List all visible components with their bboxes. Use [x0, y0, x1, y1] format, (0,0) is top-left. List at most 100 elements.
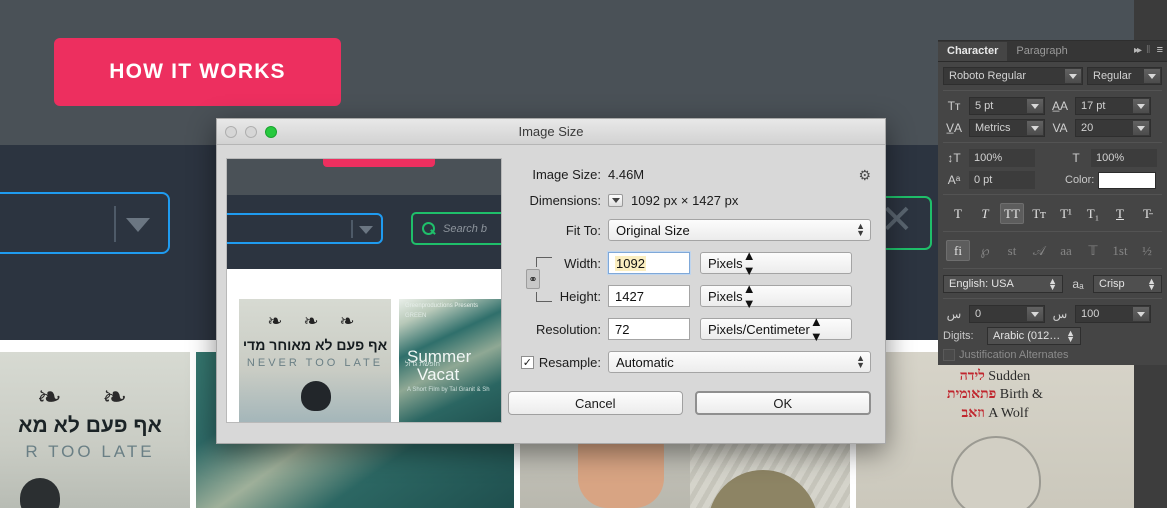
how-it-works-button[interactable]: HOW IT WORKS: [54, 38, 341, 106]
width-unit-select[interactable]: Pixels ▲ ▼: [700, 248, 852, 278]
resolution-input[interactable]: 72: [608, 318, 690, 340]
vertical-scale-field[interactable]: 100%: [969, 149, 1035, 167]
contextual-alternates-button[interactable]: ℘: [973, 240, 997, 261]
oldstyle-button[interactable]: aa: [1054, 240, 1078, 261]
resample-select[interactable]: Automatic ▲ ▼: [608, 351, 871, 373]
dialog-body: Search b ❧ ❧ ❧ אף פעם לא מאוחר מדי NEVER…: [217, 145, 885, 445]
underline-button[interactable]: T: [1108, 203, 1132, 224]
swash-button[interactable]: 𝒜: [1027, 240, 1051, 261]
discretionary-ligatures-button[interactable]: st: [1000, 240, 1024, 261]
all-caps-button[interactable]: TT: [1000, 203, 1024, 224]
zoom-window-icon[interactable]: [265, 126, 277, 138]
horizontal-scale-icon: T: [1072, 151, 1080, 165]
preview-poster2-line2: Vacat: [417, 365, 460, 384]
arabic-right-chevron-down-icon[interactable]: [1133, 307, 1149, 321]
tab-character[interactable]: Character: [938, 42, 1008, 61]
vertical-scrollbar[interactable]: [1134, 352, 1167, 508]
fit-to-row: Fit To: Original Size ▲ ▼: [508, 219, 871, 241]
justification-alternates-checkbox[interactable]: [943, 349, 955, 361]
font-size-field[interactable]: 5 pt: [969, 97, 1045, 115]
resolution-unit-select[interactable]: Pixels/Centimeter ▲ ▼: [700, 314, 852, 344]
justification-alternates-label: Justification Alternates: [959, 349, 1069, 361]
font-size-chevron-down-icon[interactable]: [1027, 99, 1043, 113]
standard-ligatures-button[interactable]: fi: [946, 240, 970, 261]
faux-bold-button[interactable]: T: [946, 203, 970, 224]
fit-to-select[interactable]: Original Size ▲ ▼: [608, 219, 871, 241]
dialog-form: Image Size: 4.46M ⚙ Dimensions: 1092 px …: [502, 145, 885, 445]
poster-en-line3: A Wolf: [988, 405, 1029, 421]
width-row: ⚭ Width: 1092 Pixels ▲ ▼: [508, 248, 871, 289]
close-window-icon[interactable]: [225, 126, 237, 138]
poster-sudden-birth-and-a-wolf[interactable]: לידה Sudden פתאומית Birth & וזאב A Wolf: [856, 352, 1134, 508]
poster-he-line2: פתאומית: [947, 387, 997, 403]
dialog-titlebar[interactable]: Image Size: [217, 119, 885, 145]
titling-alternates-button[interactable]: 𝕋: [1081, 240, 1105, 261]
baseline-shift-value: 0 pt: [974, 174, 993, 186]
tracking-chevron-down-icon[interactable]: [1133, 121, 1149, 135]
minimize-window-icon[interactable]: [245, 126, 257, 138]
superscript-button[interactable]: T¹: [1054, 203, 1078, 224]
hero-ghost-text: [300, 8, 900, 78]
preview-select-divider: [351, 220, 353, 238]
height-unit-select[interactable]: Pixels ▲ ▼: [700, 281, 852, 311]
ok-button[interactable]: OK: [694, 391, 871, 415]
resample-checkbox[interactable]: ✓: [520, 355, 534, 369]
width-input[interactable]: 1092: [608, 252, 690, 274]
horizontal-scale-field[interactable]: 100%: [1091, 149, 1157, 167]
font-style-field[interactable]: Regular: [1087, 67, 1162, 85]
arabic-right-field[interactable]: 100: [1075, 305, 1151, 323]
preview-poster-summer-vacation: Greenproductions Presents GREEN Summer ח…: [399, 299, 501, 422]
font-family-field[interactable]: Roboto Regular: [943, 67, 1083, 85]
character-panel-body: Roboto Regular Regular Tᴛ 5 pt A̲A 17 pt: [938, 62, 1167, 361]
small-caps-button[interactable]: Tᴛ: [1027, 203, 1051, 224]
kerning-chevron-down-icon[interactable]: [1027, 121, 1043, 135]
panel-divider-2: [943, 142, 1162, 143]
arabic-left-chevron-down-icon[interactable]: [1027, 307, 1043, 321]
height-unit-stepper-icon: ▲ ▼: [742, 281, 756, 311]
gear-icon[interactable]: ⚙: [858, 167, 871, 184]
height-input[interactable]: 1427: [608, 285, 690, 307]
dimensions-row: Dimensions: 1092 px × 1427 px: [508, 193, 871, 208]
antialias-select[interactable]: Crisp ▲ ▼: [1093, 275, 1162, 293]
subscript-button[interactable]: T₁: [1081, 203, 1105, 224]
width-unit-stepper-icon: ▲ ▼: [742, 248, 756, 278]
text-color-swatch[interactable]: [1098, 171, 1157, 189]
poster-hebrew-title: אף פעם לא מא: [18, 414, 162, 437]
leading-chevron-down-icon[interactable]: [1133, 99, 1149, 113]
panel-controls: ▸▸ ‖ ≡: [1134, 44, 1163, 56]
arabic-diacritic-icon: س: [1052, 307, 1068, 321]
tab-paragraph[interactable]: Paragraph: [1007, 42, 1076, 61]
kerning-field[interactable]: Metrics: [969, 119, 1045, 137]
resolution-unit-stepper-icon: ▲ ▼: [809, 314, 823, 344]
resample-label: Resample:: [538, 354, 601, 370]
font-family-chevron-down-icon[interactable]: [1065, 69, 1081, 83]
ordinals-button[interactable]: 1st: [1108, 240, 1132, 261]
image-preview[interactable]: Search b ❧ ❧ ❧ אף פעם לא מאוחר מדי NEVER…: [226, 158, 502, 423]
dimensions-chevron-down-icon[interactable]: [608, 194, 623, 207]
arabic-left-field[interactable]: 0: [969, 305, 1045, 323]
baseline-shift-field[interactable]: 0 pt: [969, 171, 1035, 189]
language-select[interactable]: English: USA ▲ ▼: [943, 275, 1063, 293]
digits-select[interactable]: Arabic (012… ▲ ▼: [987, 327, 1081, 345]
cancel-button[interactable]: Cancel: [508, 391, 683, 415]
height-unit-value: Pixels: [708, 288, 743, 304]
leading-field[interactable]: 17 pt: [1075, 97, 1151, 115]
faux-italic-button[interactable]: T: [973, 203, 997, 224]
tracking-icon: VA: [1052, 121, 1068, 135]
fractions-button[interactable]: ½: [1135, 240, 1159, 261]
strikethrough-button[interactable]: T̵: [1135, 203, 1159, 224]
poster-he-line3: וזאב: [961, 405, 985, 421]
vertical-scale-value: 100%: [974, 152, 1003, 164]
panel-menu-icon[interactable]: ≡: [1157, 44, 1163, 56]
preview-laurels-icon: ❧ ❧ ❧: [267, 311, 363, 331]
height-bracket: [536, 292, 552, 302]
collapse-panel-icon[interactable]: ▸▸: [1134, 45, 1142, 56]
horizontal-scale-value: 100%: [1096, 152, 1125, 164]
tracking-field[interactable]: 20: [1075, 119, 1151, 137]
poster-never-too-late[interactable]: ❧ ❧ אף פעם לא מא R TOO LATE: [0, 352, 190, 508]
font-style-chevron-down-icon[interactable]: [1144, 69, 1160, 83]
font-size-value: 5 pt: [975, 100, 994, 112]
scale-row: ↕T 100% T 100%: [943, 149, 1162, 167]
background-category-select[interactable]: [0, 192, 170, 254]
leading-value: 17 pt: [1081, 100, 1106, 112]
